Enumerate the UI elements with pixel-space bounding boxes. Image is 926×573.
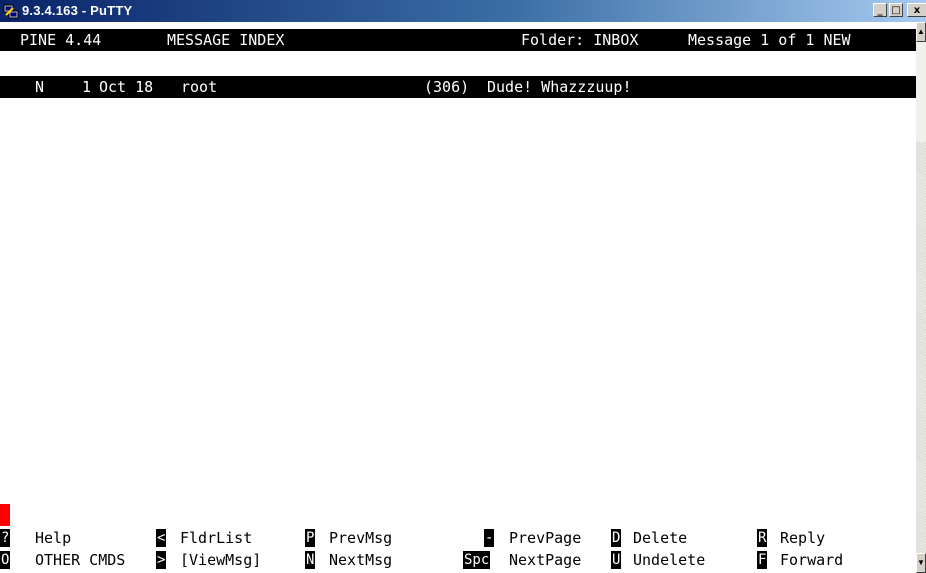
forward-key[interactable]: F bbox=[757, 551, 768, 569]
command-row-2: O OTHER CMDS > [ViewMsg] N NextMsg Spc N… bbox=[0, 549, 916, 571]
forward-command[interactable]: Forward bbox=[780, 549, 843, 571]
other-cmds-command[interactable]: OTHER CMDS bbox=[35, 549, 125, 571]
scrollbar-thumb[interactable] bbox=[916, 42, 926, 142]
message-subject: Dude! Whazzzuup! bbox=[487, 78, 632, 96]
window-titlebar[interactable]: 9.3.4.163 - PuTTY _ □ x bbox=[0, 0, 926, 22]
reply-command[interactable]: Reply bbox=[780, 527, 825, 549]
message-from: root bbox=[181, 78, 218, 96]
view-msg-key[interactable]: > bbox=[156, 551, 167, 569]
undelete-key[interactable]: U bbox=[611, 551, 622, 569]
delete-key[interactable]: D bbox=[611, 529, 622, 547]
app-version: PINE 4.44 bbox=[20, 31, 102, 49]
message-number: 1 bbox=[82, 78, 92, 96]
terminal-cursor bbox=[0, 504, 10, 526]
prev-msg-command[interactable]: PrevMsg bbox=[329, 527, 392, 549]
pine-header-bar: PINE 4.44 MESSAGE INDEX Folder: INBOX Me… bbox=[0, 29, 916, 51]
minimize-button[interactable]: _ bbox=[873, 3, 887, 17]
help-key[interactable]: ? bbox=[0, 529, 11, 547]
scroll-up-arrow-icon[interactable]: ▲ bbox=[916, 22, 926, 42]
reply-key[interactable]: R bbox=[757, 529, 768, 547]
screen-title: MESSAGE INDEX bbox=[167, 31, 285, 49]
message-row[interactable]: N 1 Oct 18 root (306) Dude! Whazzzuup! bbox=[0, 76, 916, 98]
vertical-scrollbar[interactable]: ▲ ▼ bbox=[916, 22, 926, 573]
message-flag: N bbox=[35, 78, 45, 96]
maximize-button[interactable]: □ bbox=[889, 3, 903, 17]
close-button[interactable]: x bbox=[907, 3, 926, 17]
window-title: 9.3.4.163 - PuTTY bbox=[22, 3, 133, 18]
next-msg-command[interactable]: NextMsg bbox=[329, 549, 392, 571]
message-status: Message 1 of 1 NEW bbox=[688, 31, 851, 49]
view-msg-command[interactable]: [ViewMsg] bbox=[180, 549, 261, 571]
putty-app-icon[interactable] bbox=[3, 3, 19, 19]
next-msg-key[interactable]: N bbox=[305, 551, 316, 569]
terminal-screen[interactable]: PINE 4.44 MESSAGE INDEX Folder: INBOX Me… bbox=[0, 22, 916, 573]
folder-list-command[interactable]: FldrList bbox=[180, 527, 252, 549]
delete-command[interactable]: Delete bbox=[633, 527, 687, 549]
message-date: Oct 18 bbox=[99, 78, 154, 96]
prev-msg-key[interactable]: P bbox=[305, 529, 316, 547]
undelete-command[interactable]: Undelete bbox=[633, 549, 705, 571]
folder-name: Folder: INBOX bbox=[521, 31, 639, 49]
next-page-key[interactable]: Spc bbox=[463, 551, 491, 569]
command-row-1: ? Help < FldrList P PrevMsg - PrevPage D… bbox=[0, 527, 916, 549]
folder-list-key[interactable]: < bbox=[156, 529, 167, 547]
prev-page-command[interactable]: PrevPage bbox=[509, 527, 581, 549]
other-cmds-key[interactable]: O bbox=[0, 551, 11, 569]
scrollbar-track[interactable] bbox=[916, 142, 926, 553]
next-page-command[interactable]: NextPage bbox=[509, 549, 581, 571]
message-size: (306) bbox=[424, 78, 470, 96]
help-command[interactable]: Help bbox=[35, 527, 71, 549]
prev-page-key[interactable]: - bbox=[484, 529, 495, 547]
scroll-down-arrow-icon[interactable]: ▼ bbox=[916, 553, 926, 573]
